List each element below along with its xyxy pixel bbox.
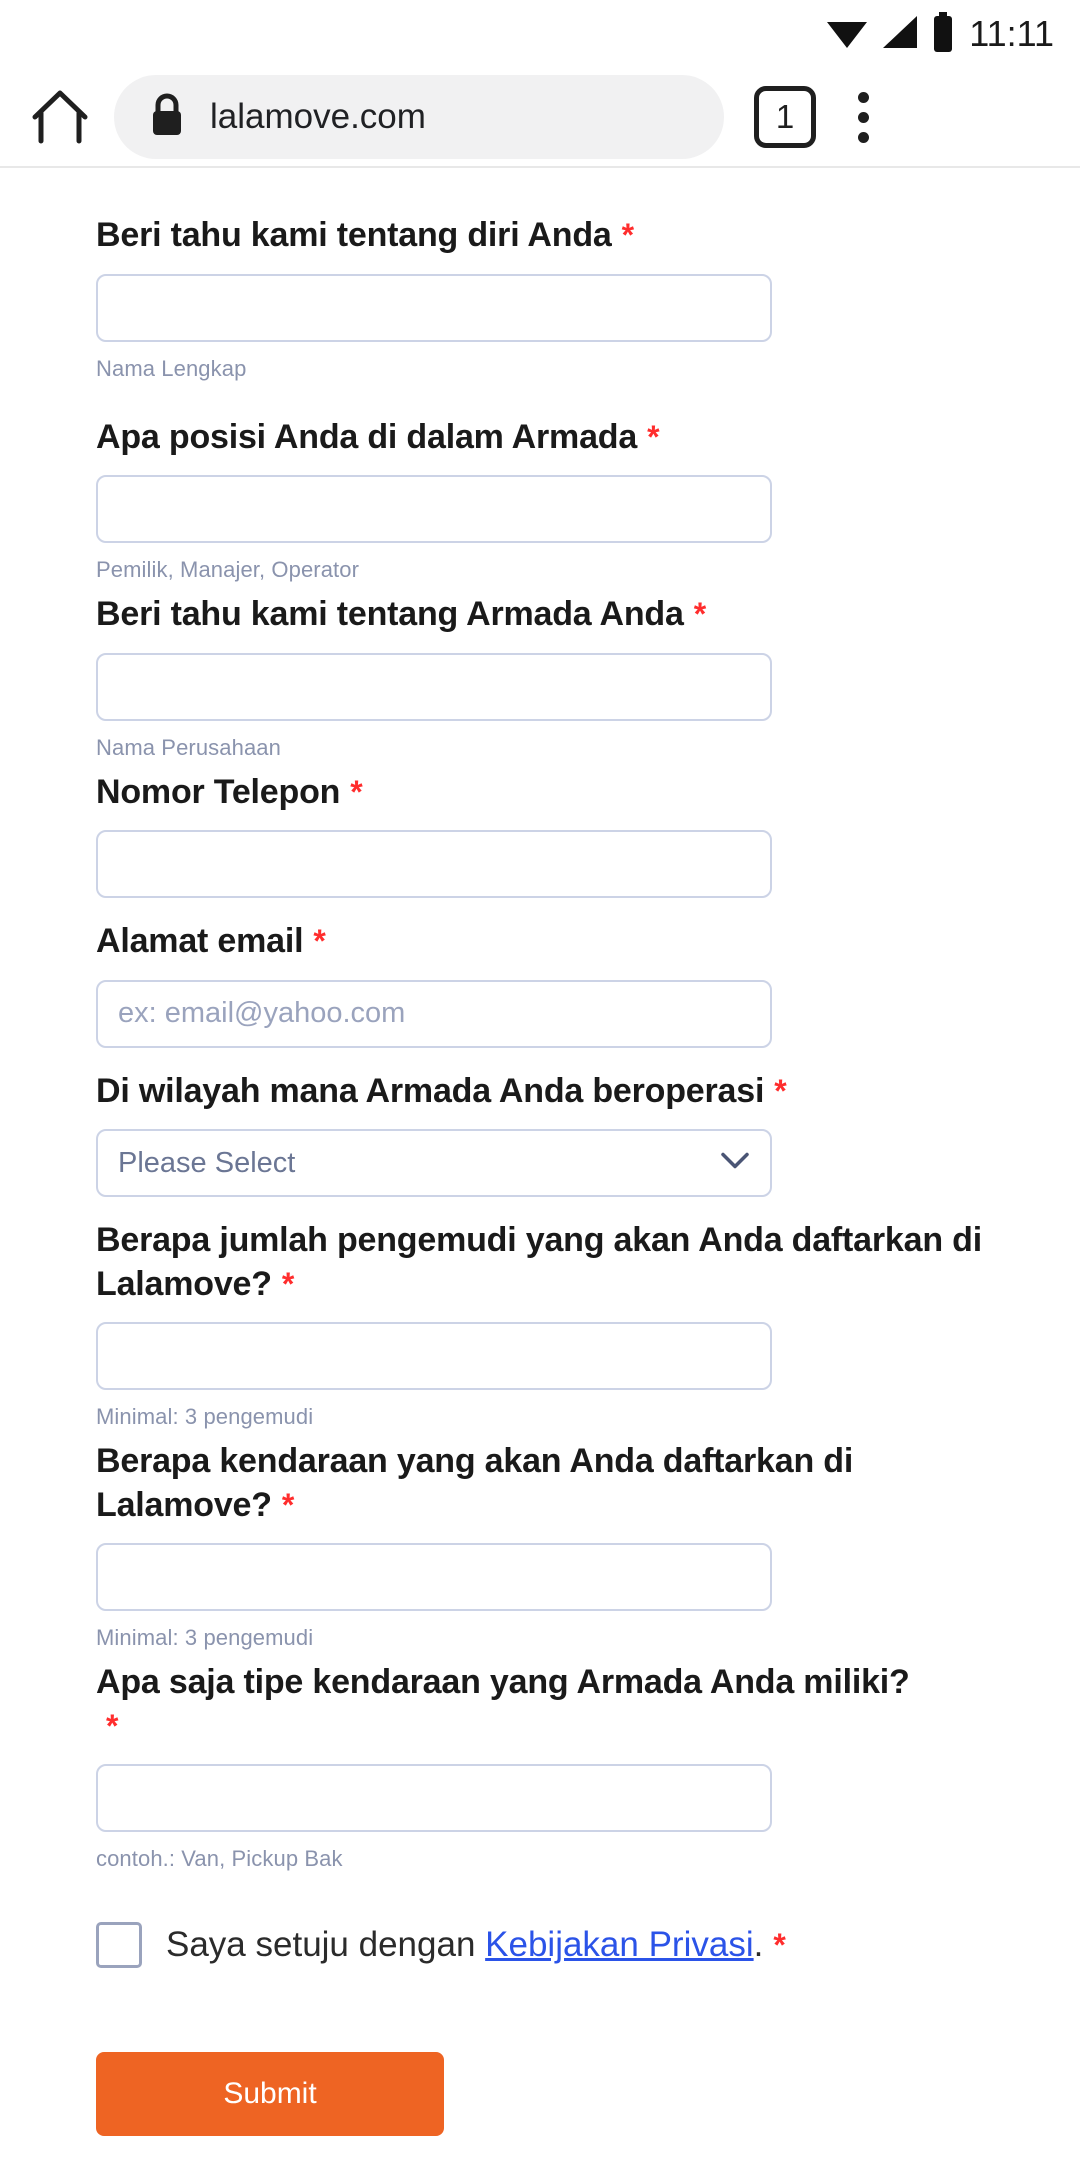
- consent-text-after: .: [753, 1925, 764, 1965]
- field-label: Berapa jumlah pengemudi yang akan Anda d…: [96, 1221, 982, 1303]
- form-field-posisi: Apa posisi Anda di dalam Armada * Pemilik…: [96, 416, 984, 584]
- wilayah-select-wrapper: Please Select: [96, 1129, 772, 1198]
- status-bar: 11:11: [0, 0, 1080, 68]
- home-icon[interactable]: [22, 79, 98, 155]
- select-value: Please Select: [118, 1146, 296, 1179]
- privacy-consent-row: Saya setuju dengan Kebijakan Privasi. *: [96, 1922, 984, 1969]
- form-field-nomor-telepon: Nomor Telepon *: [96, 771, 984, 899]
- field-label: Berapa kendaraan yang akan Anda daftarka…: [96, 1442, 854, 1524]
- tab-switcher-button[interactable]: 1: [754, 86, 816, 148]
- field-label: Beri tahu kami tentang Armada Anda *: [96, 595, 706, 634]
- consent-text-before: Saya setuju dengan: [166, 1925, 486, 1965]
- required-marker: *: [774, 1072, 787, 1109]
- field-label: Apa saja tipe kendaraan yang Armada Anda…: [96, 1663, 910, 1744]
- overflow-menu-icon[interactable]: [832, 82, 894, 152]
- required-marker: *: [313, 923, 326, 960]
- jumlah-kendaraan-input[interactable]: [96, 1543, 772, 1612]
- lock-icon: [148, 92, 186, 143]
- form-field-alamat-email: Alamat email *: [96, 920, 984, 1048]
- wilayah-select[interactable]: Please Select: [96, 1129, 772, 1198]
- status-icon-group: [825, 11, 955, 57]
- field-helper: Nama Perusahaan: [96, 734, 281, 760]
- required-marker: *: [281, 1486, 295, 1523]
- required-marker: *: [773, 1927, 786, 1964]
- fleet-registration-form: Beri tahu kami tentang diri Anda * Nama L…: [0, 168, 1080, 2137]
- url-text: lalamove.com: [210, 97, 426, 136]
- nomor-telepon-input[interactable]: [96, 830, 772, 899]
- required-marker: *: [647, 418, 660, 455]
- field-label: Alamat email *: [96, 922, 326, 961]
- page-content: Beri tahu kami tentang diri Anda * Nama L…: [0, 168, 1080, 2137]
- form-field-nama-perusahaan: Beri tahu kami tentang Armada Anda * Nama…: [96, 593, 984, 761]
- form-field-wilayah: Di wilayah mana Armada Anda beroperasi * …: [96, 1070, 984, 1198]
- field-helper: contoh.: Van, Pickup Bak: [96, 1846, 343, 1872]
- required-marker: *: [281, 1265, 295, 1302]
- form-field-tipe-kendaraan: Apa saja tipe kendaraan yang Armada Anda…: [96, 1661, 984, 1872]
- browser-toolbar: lalamove.com 1: [0, 68, 1080, 168]
- field-helper: Minimal: 3 pengemudi: [96, 1404, 314, 1430]
- field-helper: Minimal: 3 pengemudi: [96, 1625, 314, 1651]
- form-field-nama-lengkap: Beri tahu kami tentang diri Anda * Nama L…: [96, 214, 984, 382]
- field-label: Di wilayah mana Armada Anda beroperasi *: [96, 1071, 787, 1110]
- jumlah-pengemudi-input[interactable]: [96, 1322, 772, 1391]
- required-marker: *: [693, 596, 706, 633]
- address-bar[interactable]: lalamove.com: [114, 75, 724, 159]
- field-helper: Nama Lengkap: [96, 355, 247, 381]
- alamat-email-input[interactable]: [96, 979, 772, 1048]
- nama-lengkap-input[interactable]: [96, 273, 772, 342]
- privacy-policy-link[interactable]: Kebijakan Privasi: [485, 1925, 753, 1964]
- status-clock: 11:11: [969, 13, 1054, 54]
- wifi-icon: [825, 14, 869, 55]
- tipe-kendaraan-input[interactable]: [96, 1764, 772, 1833]
- battery-icon: [931, 11, 955, 57]
- required-marker: *: [621, 217, 634, 253]
- field-label: Apa posisi Anda di dalam Armada *: [96, 417, 660, 456]
- field-helper: Pemilik, Manajer, Operator: [96, 557, 360, 583]
- field-label: Beri tahu kami tentang diri Anda *: [96, 216, 634, 254]
- required-marker: *: [350, 773, 363, 810]
- submit-row: Submit: [96, 2052, 984, 2137]
- privacy-consent-label: Saya setuju dengan Kebijakan Privasi. *: [166, 1924, 786, 1966]
- form-field-jumlah-pengemudi: Berapa jumlah pengemudi yang akan Anda d…: [96, 1219, 984, 1430]
- field-label: Nomor Telepon *: [96, 772, 363, 811]
- posisi-input[interactable]: [96, 475, 772, 544]
- submit-button[interactable]: Submit: [96, 2052, 444, 2137]
- form-field-jumlah-kendaraan: Berapa kendaraan yang akan Anda daftarka…: [96, 1440, 984, 1651]
- signal-icon: [879, 14, 921, 55]
- privacy-consent-checkbox[interactable]: [96, 1922, 142, 1969]
- required-marker: *: [106, 1707, 119, 1744]
- nama-perusahaan-input[interactable]: [96, 652, 772, 721]
